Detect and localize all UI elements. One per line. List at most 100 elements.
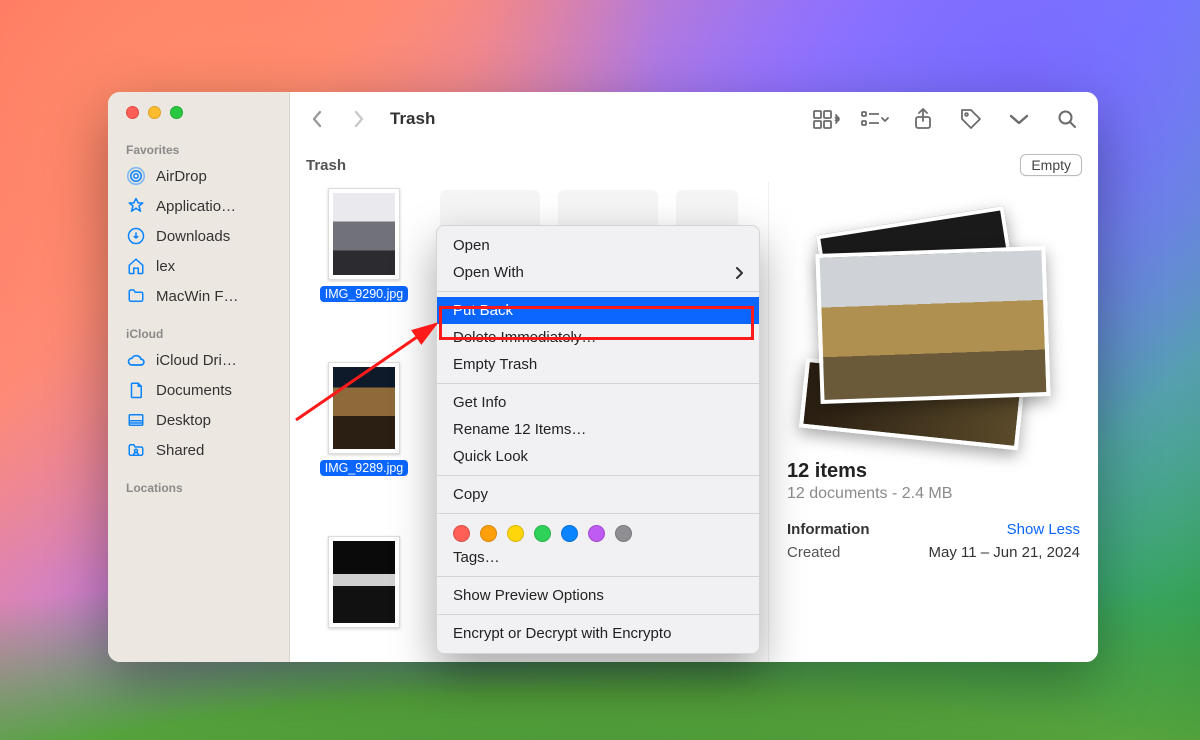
sidebar-item-label: Shared xyxy=(156,442,204,459)
sidebar-section-locations: Locations xyxy=(108,475,289,499)
context-menu: Open Open With Put Back Delete Immediate… xyxy=(436,225,760,654)
menu-item-label: Delete Immediately… xyxy=(453,329,596,346)
info-row: Created May 11 – Jun 21, 2024 xyxy=(787,544,1080,561)
view-mode-button[interactable] xyxy=(812,105,842,133)
empty-trash-button[interactable]: Empty xyxy=(1020,154,1082,176)
menu-item-quick-look[interactable]: Quick Look xyxy=(437,443,759,470)
sidebar-item-label: MacWin F… xyxy=(156,288,239,305)
search-button[interactable] xyxy=(1052,105,1082,133)
thumbnail-icon xyxy=(328,362,400,454)
menu-item-label: Tags… xyxy=(453,549,500,566)
menu-item-label: Put Back xyxy=(453,302,513,319)
location-label: Trash xyxy=(306,157,346,174)
sidebar-section-favorites: Favorites xyxy=(108,137,289,161)
toolbar: Trash xyxy=(290,92,1098,146)
menu-item-encrypt[interactable]: Encrypt or Decrypt with Encrypto xyxy=(437,620,759,647)
sidebar-item-label: Documents xyxy=(156,382,232,399)
desktop-icon xyxy=(126,410,146,430)
menu-separator xyxy=(437,383,759,384)
menu-item-open-with[interactable]: Open With xyxy=(437,259,759,286)
sidebar-item-label: Applicatio… xyxy=(156,198,236,215)
minimize-window-button[interactable] xyxy=(148,106,161,119)
sidebar-item-label: AirDrop xyxy=(156,168,207,185)
home-icon xyxy=(126,256,146,276)
sidebar-item-shared[interactable]: Shared xyxy=(108,435,289,465)
info-value: May 11 – Jun 21, 2024 xyxy=(929,544,1081,561)
show-less-link[interactable]: Show Less xyxy=(1007,521,1080,538)
menu-item-put-back[interactable]: Put Back xyxy=(437,297,759,324)
sidebar-item-applications[interactable]: Applicatio… xyxy=(108,191,289,221)
fullscreen-window-button[interactable] xyxy=(170,106,183,119)
menu-item-copy[interactable]: Copy xyxy=(437,481,759,508)
airdrop-icon xyxy=(126,166,146,186)
menu-item-tags[interactable]: Tags… xyxy=(437,544,759,571)
menu-item-label: Show Preview Options xyxy=(453,587,604,604)
sidebar-item-label: lex xyxy=(156,258,175,275)
info-heading-label: Information xyxy=(787,521,870,538)
menu-item-get-info[interactable]: Get Info xyxy=(437,389,759,416)
tag-color-dot[interactable] xyxy=(534,525,551,542)
tags-button[interactable] xyxy=(956,105,986,133)
sidebar-item-airdrop[interactable]: AirDrop xyxy=(108,161,289,191)
preview-info-heading: Information Show Less xyxy=(787,521,1080,538)
menu-separator xyxy=(437,576,759,577)
menu-item-label: Copy xyxy=(453,486,488,503)
file-name: IMG_9290.jpg xyxy=(320,286,409,302)
tag-color-dot[interactable] xyxy=(561,525,578,542)
menu-item-label: Open xyxy=(453,237,490,254)
preview-stack-icon xyxy=(794,214,1074,444)
toolbar-right-group xyxy=(812,105,1082,133)
location-bar: Trash Empty xyxy=(290,146,1098,182)
sidebar-item-home[interactable]: lex xyxy=(108,251,289,281)
sidebar-item-desktop[interactable]: Desktop xyxy=(108,405,289,435)
menu-item-label: Encrypt or Decrypt with Encrypto xyxy=(453,625,671,642)
applications-icon xyxy=(126,196,146,216)
menu-item-show-preview-options[interactable]: Show Preview Options xyxy=(437,582,759,609)
tag-color-dot[interactable] xyxy=(453,525,470,542)
file-item[interactable]: IMG_9289.jpg xyxy=(304,362,424,481)
file-name: IMG_9289.jpg xyxy=(320,460,409,476)
menu-item-rename[interactable]: Rename 12 Items… xyxy=(437,416,759,443)
preview-pane: 12 items 12 documents - 2.4 MB Informati… xyxy=(768,182,1098,662)
menu-item-open[interactable]: Open xyxy=(437,232,759,259)
menu-tag-colors xyxy=(437,519,759,544)
menu-item-label: Get Info xyxy=(453,394,506,411)
chevron-right-icon xyxy=(735,267,743,279)
sidebar-item-folder[interactable]: MacWin F… xyxy=(108,281,289,311)
preview-title: 12 items xyxy=(787,460,1080,483)
group-by-button[interactable] xyxy=(860,105,890,133)
sidebar-item-label: iCloud Dri… xyxy=(156,352,237,369)
menu-item-label: Quick Look xyxy=(453,448,528,465)
menu-item-delete-immediately[interactable]: Delete Immediately… xyxy=(437,324,759,351)
menu-item-label: Empty Trash xyxy=(453,356,537,373)
thumbnail-icon xyxy=(328,536,400,628)
file-item[interactable] xyxy=(304,536,424,634)
share-button[interactable] xyxy=(908,105,938,133)
shared-icon xyxy=(126,440,146,460)
tag-color-dot[interactable] xyxy=(588,525,605,542)
preview-subtitle: 12 documents - 2.4 MB xyxy=(787,485,1080,503)
thumbnail-icon xyxy=(328,188,400,280)
sidebar-item-documents[interactable]: Documents xyxy=(108,375,289,405)
sidebar-section-icloud: iCloud xyxy=(108,321,289,345)
file-item[interactable]: IMG_9290.jpg xyxy=(304,188,424,307)
menu-item-empty-trash[interactable]: Empty Trash xyxy=(437,351,759,378)
menu-separator xyxy=(437,614,759,615)
sidebar-item-icloud-drive[interactable]: iCloud Dri… xyxy=(108,345,289,375)
menu-item-label: Open With xyxy=(453,264,524,281)
sidebar-item-downloads[interactable]: Downloads xyxy=(108,221,289,251)
folder-icon xyxy=(126,286,146,306)
window-title: Trash xyxy=(390,109,435,129)
menu-separator xyxy=(437,513,759,514)
more-button[interactable] xyxy=(1004,105,1034,133)
tag-color-dot[interactable] xyxy=(507,525,524,542)
back-button[interactable] xyxy=(302,105,332,133)
sidebar: Favorites AirDrop Applicatio… Downloads … xyxy=(108,92,290,662)
close-window-button[interactable] xyxy=(126,106,139,119)
forward-button[interactable] xyxy=(344,105,374,133)
sidebar-item-label: Downloads xyxy=(156,228,230,245)
tag-color-dot[interactable] xyxy=(480,525,497,542)
sidebar-item-label: Desktop xyxy=(156,412,211,429)
tag-color-dot[interactable] xyxy=(615,525,632,542)
menu-item-label: Rename 12 Items… xyxy=(453,421,586,438)
